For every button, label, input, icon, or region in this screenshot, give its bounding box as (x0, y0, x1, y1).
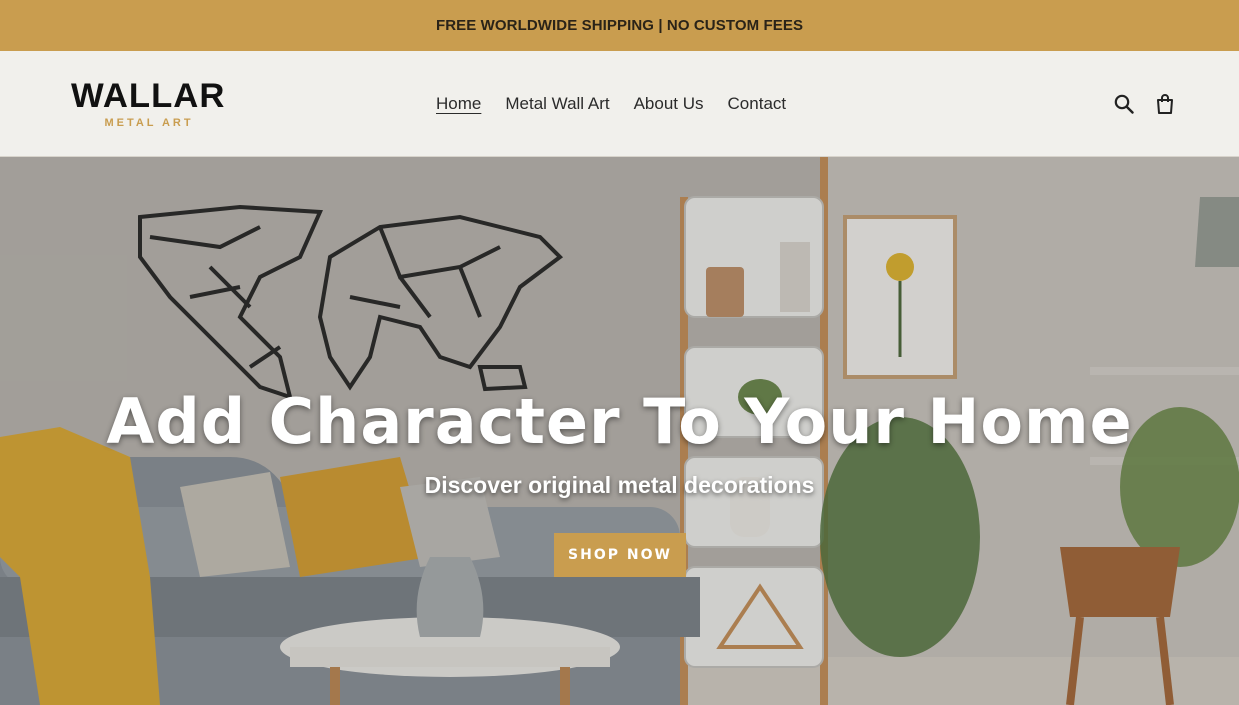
nav-item-home[interactable]: Home (436, 93, 481, 115)
announcement-text: FREE WORLDWIDE SHIPPING | NO CUSTOM FEES (435, 17, 804, 34)
nav-item-contact[interactable]: Contact (728, 93, 787, 115)
logo-tagline: METAL ART (104, 117, 194, 129)
logo[interactable]: WALLAR METAL ART (71, 79, 231, 131)
hero-subtitle: Discover original metal decorations (424, 472, 815, 498)
logo-wordmark: WALLAR (71, 77, 226, 115)
cart-icon[interactable] (1154, 92, 1176, 116)
announcement-bar: FREE WORLDWIDE SHIPPING | NO CUSTOM FEES (0, 0, 1239, 51)
main-nav: Home Metal Wall Art About Us Contact (436, 93, 810, 115)
header-icons (1113, 92, 1176, 116)
shop-now-button[interactable]: SHOP NOW (554, 533, 686, 577)
hero-banner: Add Character To Your Home Discover orig… (0, 157, 1239, 705)
site-header: WALLAR METAL ART Home Metal Wall Art Abo… (0, 51, 1239, 157)
search-icon[interactable] (1113, 92, 1135, 116)
hero-title: Add Character To Your Home (106, 385, 1133, 458)
nav-item-about-us[interactable]: About Us (634, 93, 704, 115)
nav-item-metal-wall-art[interactable]: Metal Wall Art (505, 93, 609, 115)
